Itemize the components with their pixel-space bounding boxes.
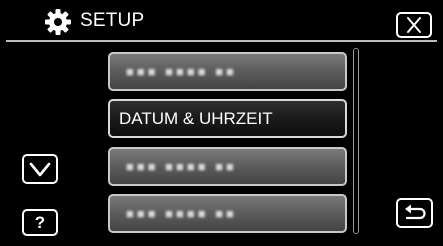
menu-item-label: ■■■ ■■■■ ■■ — [126, 64, 237, 79]
menu-item-label: ■■■ ■■■■ ■■ — [126, 159, 237, 174]
menu-item-label: ■■■ ■■■■ ■■ — [126, 206, 237, 221]
setup-screen: SETUP ■■■ ■■■■ ■■ DATUM & UHRZEIT ■■■ ■■… — [0, 0, 443, 246]
help-label: ? — [34, 213, 46, 232]
back-button[interactable] — [396, 198, 433, 228]
page-title: SETUP — [80, 10, 145, 31]
menu-item[interactable]: ■■■ ■■■■ ■■ — [108, 194, 347, 233]
help-button[interactable]: ? — [22, 209, 58, 236]
scrollbar[interactable] — [353, 48, 359, 234]
return-arrow-icon — [405, 204, 426, 220]
scroll-down-button[interactable] — [22, 154, 58, 184]
gear-icon — [45, 9, 71, 35]
menu-item-datum-uhrzeit[interactable]: DATUM & UHRZEIT — [108, 99, 347, 138]
close-icon — [407, 17, 421, 33]
close-button[interactable] — [396, 12, 432, 38]
scroll-thumb[interactable] — [354, 49, 358, 233]
menu-item[interactable]: ■■■ ■■■■ ■■ — [108, 147, 347, 186]
chevron-down-icon — [29, 162, 51, 177]
header: SETUP — [0, 0, 443, 40]
header-divider — [6, 40, 437, 42]
menu-item-label: DATUM & UHRZEIT — [119, 109, 273, 128]
menu-item[interactable]: ■■■ ■■■■ ■■ — [108, 52, 347, 91]
